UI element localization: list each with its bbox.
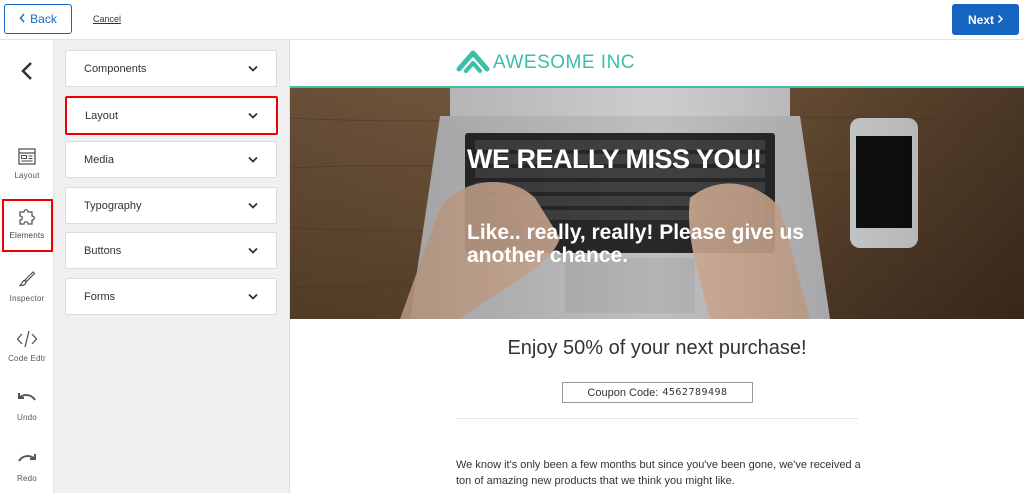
accordion-label: Media — [84, 153, 114, 166]
back-button-label: Back — [30, 12, 57, 26]
left-rail: Layout Elements Inspector Code Edtr Undo… — [0, 40, 54, 493]
back-button[interactable]: Back — [4, 4, 72, 34]
accordion-media[interactable]: Media — [65, 141, 277, 178]
coupon-code-box: Coupon Code: 4562789498 — [562, 382, 753, 403]
accordion-components[interactable]: Components — [65, 50, 277, 87]
rail-item-redo[interactable]: Redo — [0, 448, 54, 483]
body-paragraph: We know it's only been a few months but … — [456, 459, 861, 487]
redo-icon — [16, 448, 38, 470]
brush-icon — [16, 268, 38, 290]
chevron-left-icon — [21, 62, 32, 80]
layout-icon — [16, 145, 38, 167]
chevron-down-icon — [248, 247, 258, 254]
email-preview-canvas[interactable]: AWESOME INC WE REALLY MISS YOU! Like.. r… — [290, 40, 1024, 493]
chevron-down-icon — [248, 293, 258, 300]
elements-panel: Components Layout Media Typography Butto… — [54, 40, 290, 493]
chevron-right-icon — [997, 13, 1004, 27]
accordion-label: Typography — [84, 199, 142, 212]
accordion-typography[interactable]: Typography — [65, 187, 277, 224]
chevron-down-icon — [248, 156, 258, 163]
hero-title: WE REALLY MISS YOU! — [467, 144, 762, 174]
cancel-link[interactable]: Cancel — [93, 14, 121, 24]
rail-item-code-editor[interactable]: Code Edtr — [0, 328, 54, 363]
accordion-layout[interactable]: Layout — [65, 96, 278, 135]
accordion-buttons[interactable]: Buttons — [65, 232, 277, 269]
accordion-label: Layout — [85, 109, 119, 122]
rail-item-label: Code Edtr — [8, 354, 46, 363]
rail-item-label: Redo — [17, 474, 37, 483]
hero-subtitle: Like.. really, really! Please give us an… — [467, 221, 804, 267]
offer-heading: Enjoy 50% of your next purchase! — [507, 337, 807, 359]
chevron-left-icon — [19, 12, 26, 26]
accordion-label: Components — [84, 62, 147, 75]
laptop-desk-photo — [290, 88, 1024, 319]
rail-item-label: Layout — [14, 171, 40, 180]
brand-logo: AWESOME INC — [455, 49, 635, 77]
chevron-down-icon — [248, 202, 258, 209]
coupon-label: Coupon Code: — [587, 386, 659, 399]
rail-item-inspector[interactable]: Inspector — [0, 268, 54, 303]
coupon-code-value: 4562789498 — [662, 387, 728, 398]
highlight-box-elements — [2, 199, 53, 252]
rail-item-label: Undo — [17, 413, 37, 422]
chevron-down-icon — [248, 112, 258, 119]
rail-item-undo[interactable]: Undo — [0, 387, 54, 422]
chevron-down-icon — [248, 65, 258, 72]
next-button-label: Next — [967, 12, 994, 27]
cloud-logo-icon — [456, 50, 490, 73]
rail-item-layout[interactable]: Layout — [0, 145, 54, 180]
top-bar: Back Cancel Next — [0, 0, 1024, 40]
accordion-label: Buttons — [84, 244, 122, 257]
accordion-forms[interactable]: Forms — [65, 278, 277, 315]
next-button[interactable]: Next — [952, 4, 1019, 35]
undo-icon — [16, 387, 38, 409]
rail-item-label: Inspector — [9, 294, 45, 303]
code-icon — [16, 328, 38, 350]
logo-text: AWESOME INC — [493, 52, 636, 73]
content-divider — [456, 418, 858, 419]
accordion-label: Forms — [84, 290, 116, 303]
collapse-back-button[interactable] — [14, 58, 40, 84]
hero-image: WE REALLY MISS YOU! Like.. really, reall… — [290, 88, 1024, 319]
